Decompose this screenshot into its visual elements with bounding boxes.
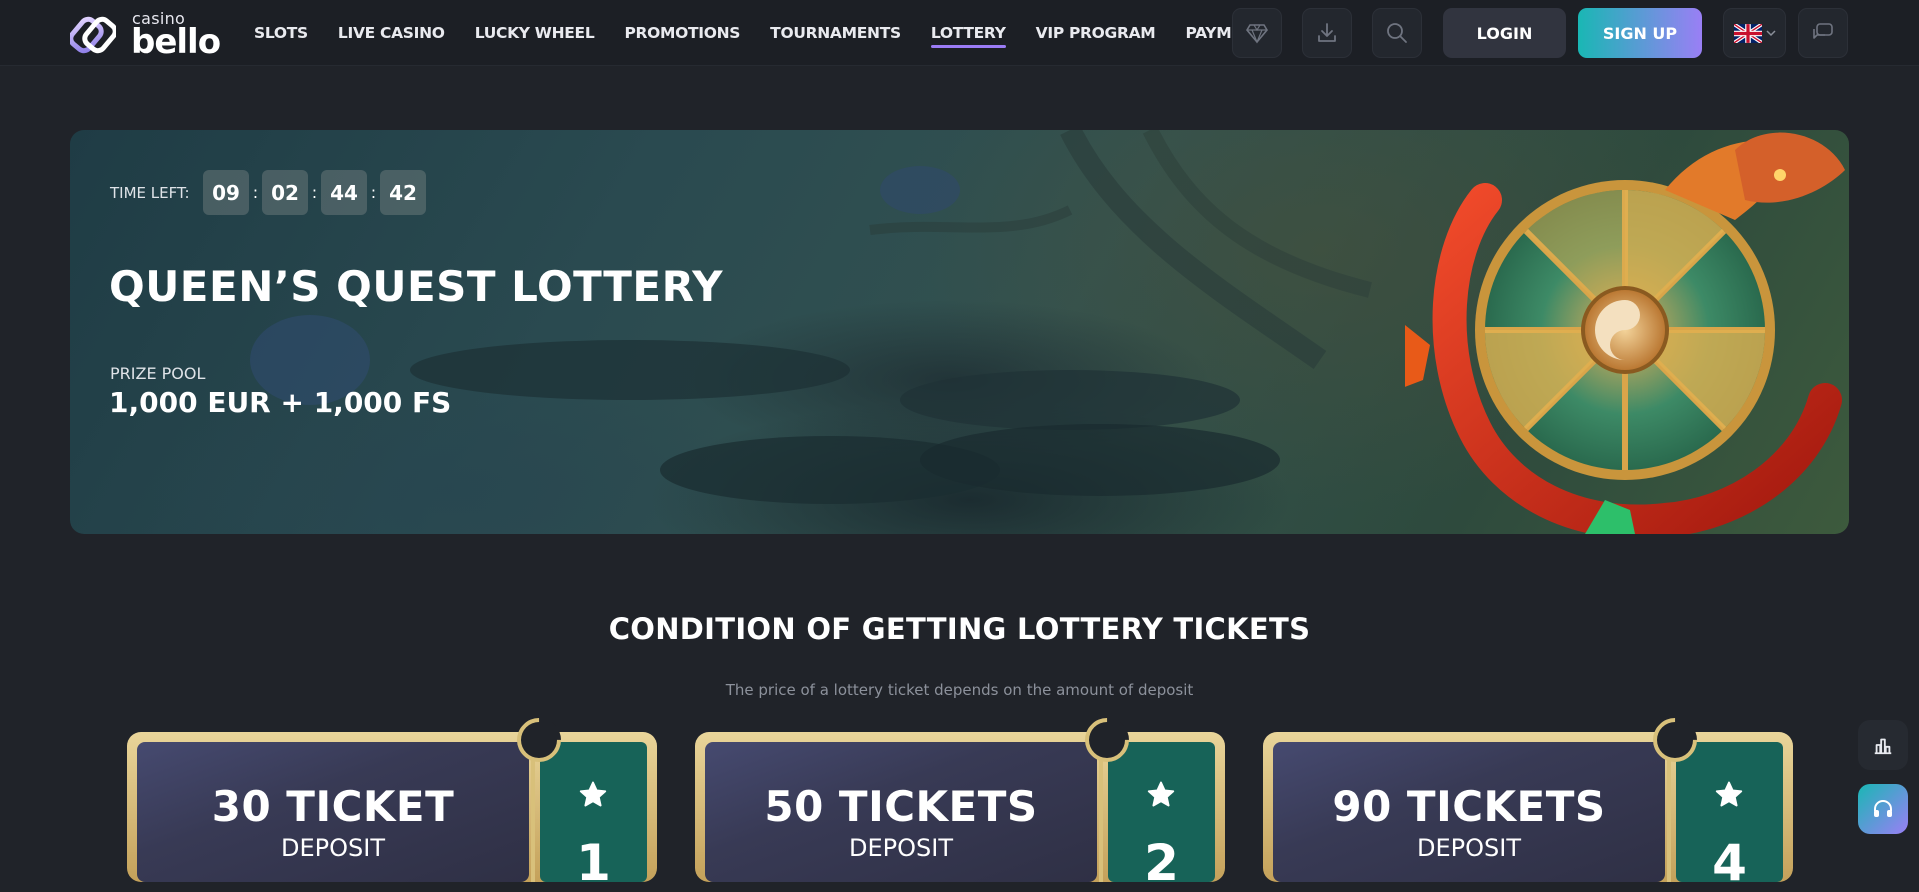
ticket-card-main: 30 TICKET DEPOSIT xyxy=(137,742,529,882)
ticket-amount: 30 TICKET xyxy=(211,782,455,831)
timer-label: TIME LEFT: xyxy=(110,184,190,202)
star-icon xyxy=(1147,781,1175,807)
ticket-number: 1 xyxy=(576,834,611,892)
ticket-card-main: 90 TICKETS DEPOSIT xyxy=(1273,742,1665,882)
nav-item-tournaments[interactable]: TOURNAMENTS xyxy=(770,0,916,66)
chevron-down-icon xyxy=(1765,30,1776,37)
ticket-number: 2 xyxy=(1144,834,1179,892)
leaderboard-icon xyxy=(1874,738,1892,755)
search-button[interactable] xyxy=(1372,8,1422,58)
card-divider xyxy=(1099,752,1103,882)
dragon-wheel-illustration xyxy=(1405,132,1845,534)
ticket-card-side: 4 xyxy=(1676,742,1783,892)
support-button[interactable] xyxy=(1858,784,1908,834)
ticket-card[interactable]: 30 TICKET DEPOSIT 1 xyxy=(127,708,657,892)
leaderboard-button[interactable] xyxy=(1858,720,1908,770)
star-icon xyxy=(1715,781,1743,807)
prize-pool-label: PRIZE POOL xyxy=(110,364,206,383)
nav-item-lottery[interactable]: LOTTERY xyxy=(930,0,1021,66)
site-header: casino bello SLOTS LIVE CASINO LUCKY WHE… xyxy=(0,0,1919,66)
ticket-card[interactable]: 90 TICKETS DEPOSIT 4 xyxy=(1263,708,1793,892)
timer-hours: 02 xyxy=(262,170,308,215)
lottery-title: QUEEN’S QUEST LOTTERY xyxy=(109,262,724,311)
tickets-section-title: CONDITION OF GETTING LOTTERY TICKETS xyxy=(608,612,1311,646)
timer-seconds: 42 xyxy=(380,170,426,215)
login-button[interactable]: LOGIN xyxy=(1443,8,1566,58)
chat-button[interactable] xyxy=(1798,8,1848,58)
casino-bello-logo[interactable]: casino bello xyxy=(70,6,221,62)
star-icon xyxy=(579,781,607,807)
timer-separator: : xyxy=(370,183,377,202)
card-divider xyxy=(1667,752,1671,882)
timer-minutes: 44 xyxy=(321,170,367,215)
nav-item-lucky-wheel[interactable]: LUCKY WHEEL xyxy=(475,0,610,66)
ticket-amount: 50 TICKETS xyxy=(764,782,1038,831)
logo-mark-icon xyxy=(70,16,116,54)
download-button[interactable] xyxy=(1302,8,1352,58)
ticket-amount: 90 TICKETS xyxy=(1332,782,1606,831)
timer-separator: : xyxy=(252,183,259,202)
ticket-label: DEPOSIT xyxy=(849,834,953,862)
nav-item-vip-program[interactable]: VIP PROGRAM xyxy=(1036,0,1171,66)
language-selector[interactable] xyxy=(1723,8,1786,58)
tickets-section-subtitle: The price of a lottery ticket depends on… xyxy=(725,681,1194,699)
support-headset-icon xyxy=(1874,800,1892,817)
prize-pool-value: 1,000 EUR + 1,000 FS xyxy=(109,386,452,419)
download-icon xyxy=(1318,23,1336,42)
search-icon xyxy=(1387,23,1407,43)
vip-diamond-button[interactable] xyxy=(1232,8,1282,58)
nav-item-promotions[interactable]: PROMOTIONS xyxy=(624,0,755,66)
ticket-label: DEPOSIT xyxy=(281,834,385,862)
ticket-label: DEPOSIT xyxy=(1417,834,1521,862)
ticket-card-side: 1 xyxy=(540,742,647,892)
nav-item-slots[interactable]: SLOTS xyxy=(254,0,323,66)
lottery-banner: TIME LEFT: 09 : 02 : 44 : 42 QUEEN’S QUE… xyxy=(70,130,1849,534)
main-nav: SLOTS LIVE CASINO LUCKY WHEEL PROMOTIONS… xyxy=(254,0,1305,66)
timer-days: 09 xyxy=(203,170,249,215)
ticket-card-main: 50 TICKETS DEPOSIT xyxy=(705,742,1097,882)
ticket-card[interactable]: 50 TICKETS DEPOSIT 2 xyxy=(695,708,1225,892)
ticket-card-side: 2 xyxy=(1108,742,1215,892)
countdown-timer: 09 : 02 : 44 : 42 xyxy=(203,170,426,215)
card-divider xyxy=(531,752,535,882)
timer-separator: : xyxy=(311,183,318,202)
uk-flag-icon xyxy=(1733,23,1762,43)
ticket-number: 4 xyxy=(1712,834,1747,892)
diamond-icon xyxy=(1246,24,1268,44)
chat-icon xyxy=(1813,23,1833,39)
nav-item-live-casino[interactable]: LIVE CASINO xyxy=(338,0,460,66)
signup-button[interactable]: SIGN UP xyxy=(1578,8,1702,58)
logo-big-text: bello xyxy=(131,22,221,62)
